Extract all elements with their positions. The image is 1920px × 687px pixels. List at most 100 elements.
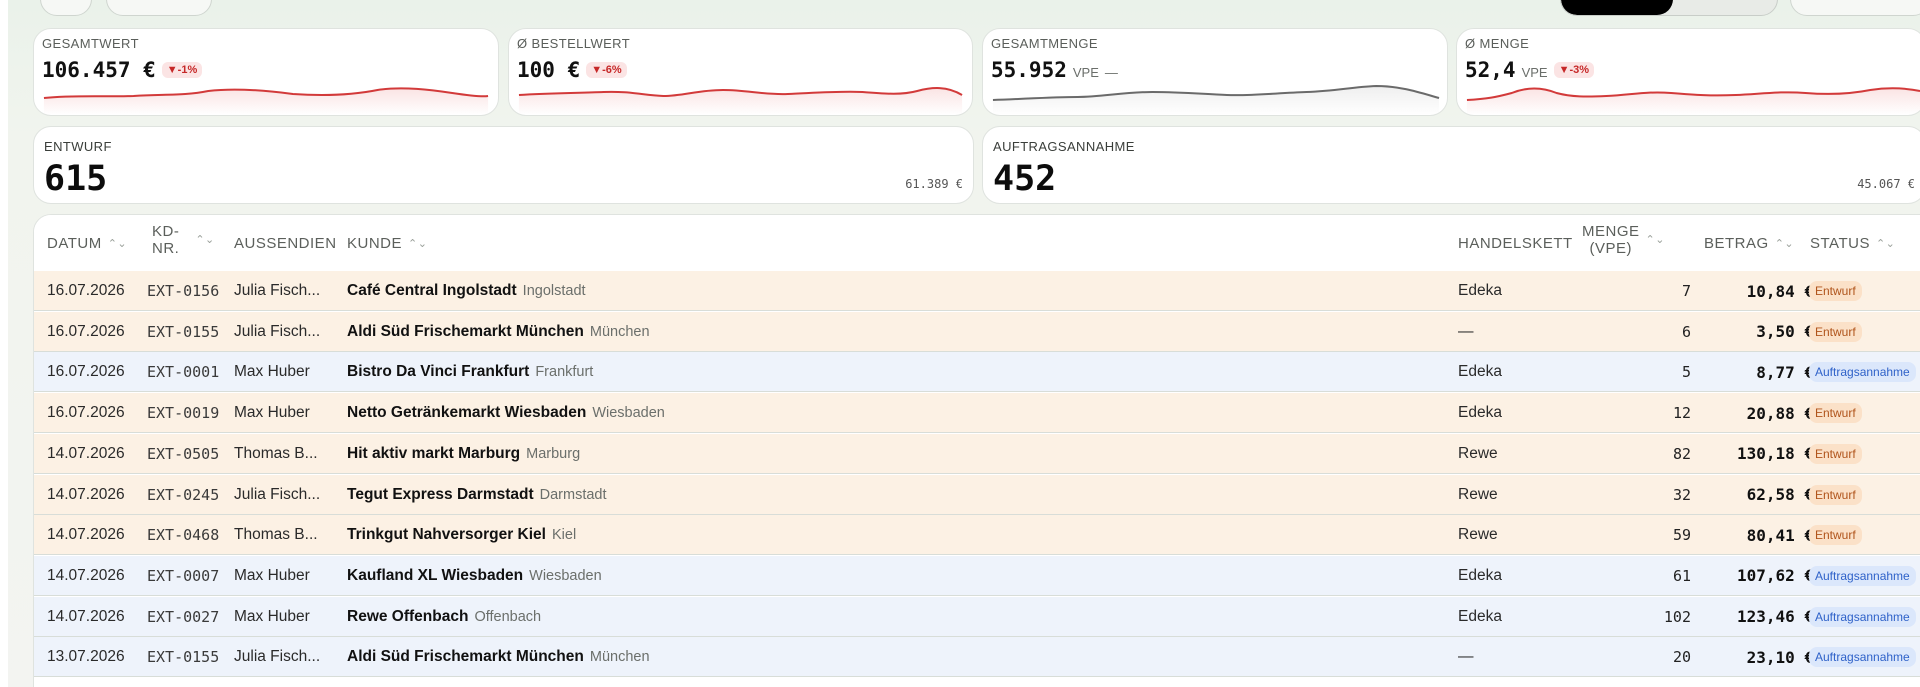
cell-datum: 14.07.2026: [47, 485, 125, 503]
status-badge: Auftragsannahme: [1809, 362, 1916, 383]
cell-menge: 102: [1663, 607, 1691, 626]
table-row[interactable]: 13.07.2026 EXT-0155 Julia Fisch... Aldi Süd…: [34, 637, 1920, 678]
cell-handelskette: Edeka: [1458, 404, 1502, 422]
cell-status: Entwurf: [1809, 515, 1920, 555]
column-header-status[interactable]: STATUS ⌃⌄: [1810, 235, 1895, 252]
sort-icon: ⌃⌄: [408, 238, 428, 250]
sort-icon: ⌃⌄: [1645, 233, 1665, 246]
column-header-label: AUSSENDIEN: [234, 235, 337, 252]
status-badge: Entwurf: [1809, 443, 1862, 464]
cell-betrag: 80,41 €: [1746, 525, 1814, 545]
cell-kunde: Aldi Süd Frischemarkt München München: [347, 312, 1447, 352]
status-card-label: ENTWURF: [44, 139, 112, 154]
table-row[interactable]: 14.07.2026 EXT-0505 Thomas B... Hit aktiv m…: [34, 433, 1920, 474]
column-header-label: DATUM: [47, 235, 102, 252]
customer-city: Darmstadt: [539, 486, 607, 503]
customer-city: Offenbach: [474, 608, 542, 625]
status-badge: Entwurf: [1809, 525, 1862, 546]
cell-kunde: Kaufland XL Wiesbaden Wiesbaden: [347, 556, 1447, 596]
cell-menge: 20: [1672, 648, 1691, 667]
cell-kunde: Trinkgut Nahversorger Kiel Kiel: [347, 515, 1447, 555]
table-row[interactable]: 16.07.2026 EXT-0019 Max Huber Netto Getränk…: [34, 393, 1920, 434]
cell-handelskette: Rewe: [1458, 485, 1498, 503]
cell-menge: 12: [1672, 404, 1691, 423]
sort-icon: ⌃⌄: [1774, 238, 1795, 250]
customer-name: Aldi Süd Frischemarkt München: [347, 648, 584, 666]
cell-handelskette: Edeka: [1458, 282, 1502, 299]
cell-datum: 14.07.2026: [47, 444, 125, 462]
status-badge: Entwurf: [1809, 321, 1862, 342]
cell-datum: 16.07.2026: [47, 404, 125, 422]
cell-status: Auftragsannahme: [1809, 352, 1920, 392]
column-header-datum[interactable]: DATUM ⌃⌄: [47, 235, 127, 252]
kpi-bestellwert: Ø BESTELLWERT 100 € ▼-6%: [508, 28, 973, 116]
customer-city: Wiesbaden: [529, 567, 602, 584]
column-header-menge[interactable]: MENGE (VPE) ⌃⌄: [1582, 223, 1665, 257]
sort-icon: ⌃⌄: [1875, 238, 1896, 250]
cell-aussendienst: Thomas B...: [234, 526, 318, 544]
column-header-label: NR.: [152, 240, 180, 257]
cell-kdnr: EXT-0156: [147, 282, 220, 300]
table-header: DATUM ⌃⌄ KD- NR. ⌃⌄ AUSSENDIEN KUNDE ⌃⌄ …: [34, 215, 1920, 271]
cell-status: Auftragsannahme: [1809, 597, 1920, 637]
table-row[interactable]: 14.07.2026 EXT-0468 Thomas B... Trinkgut Na…: [34, 515, 1920, 556]
column-header-label: MENGE: [1582, 223, 1640, 240]
status-card-label: AUFTRAGSANNAHME: [993, 139, 1135, 154]
status-card-entwurf[interactable]: ENTWURF 615 61.389 €: [33, 126, 974, 204]
cell-datum: 14.07.2026: [47, 526, 125, 544]
customer-name: Bistro Da Vinci Frankfurt: [347, 363, 530, 381]
cell-status: Entwurf: [1809, 393, 1920, 433]
kpi-gesamtmenge: GESAMTMENGE 55.952 VPE —: [982, 28, 1448, 116]
status-card-auftragsannahme[interactable]: AUFTRAGSANNAHME 452 45.067 €: [982, 126, 1920, 204]
cell-menge: 61: [1672, 566, 1691, 585]
status-badge: Entwurf: [1809, 281, 1862, 301]
sparkline: [992, 84, 1440, 115]
table-row[interactable]: 16.07.2026 EXT-0155 Julia Fisch... Aldi Süd…: [34, 311, 1920, 352]
customer-name: Aldi Süd Frischemarkt München: [347, 322, 584, 340]
cell-handelskette: Rewe: [1458, 526, 1498, 544]
sparkline: [1466, 87, 1920, 115]
cell-aussendienst: Julia Fisch...: [234, 485, 321, 503]
column-header-handelskette[interactable]: HANDELSKETT: [1458, 235, 1573, 252]
cell-kunde: Aldi Süd Frischemarkt München München: [347, 637, 1447, 677]
cell-betrag: 23,10 €: [1746, 647, 1814, 667]
cell-handelskette: Edeka: [1458, 363, 1502, 381]
cell-status: Entwurf: [1809, 312, 1920, 352]
cell-status: Entwurf: [1809, 434, 1920, 474]
kpi-label: GESAMTMENGE: [991, 36, 1098, 51]
column-header-kdnr[interactable]: KD- NR. ⌃⌄: [152, 223, 215, 257]
cell-status: Entwurf: [1809, 271, 1920, 311]
customer-name: Trinkgut Nahversorger Kiel: [347, 526, 546, 544]
cell-handelskette: Edeka: [1458, 566, 1502, 584]
view-toggle-active[interactable]: [1561, 0, 1673, 15]
status-badge: Entwurf: [1809, 484, 1862, 505]
cell-menge: 82: [1672, 444, 1691, 463]
customer-city: Wiesbaden: [592, 405, 665, 422]
view-toggle[interactable]: [1560, 0, 1778, 16]
table-row[interactable]: 16.07.2026 EXT-0001 Max Huber Bistro Da Vin…: [34, 352, 1920, 393]
cell-datum: 14.07.2026: [47, 607, 125, 625]
toolbar-button[interactable]: [106, 0, 212, 16]
cell-kdnr: EXT-0245: [147, 485, 220, 504]
table-row[interactable]: 16.07.2026 EXT-0156 Julia Fisch... Café Cen…: [34, 271, 1920, 311]
cell-aussendienst: Max Huber: [234, 607, 310, 625]
toolbar-button[interactable]: [40, 0, 92, 16]
column-header-kunde[interactable]: KUNDE ⌃⌄: [347, 235, 427, 252]
cell-kdnr: EXT-0027: [147, 607, 220, 626]
table-row[interactable]: 14.07.2026 EXT-0027 Max Huber Rewe Offenbac…: [34, 596, 1920, 637]
cell-handelskette: —: [1458, 322, 1474, 340]
cell-aussendienst: Max Huber: [234, 404, 310, 422]
sparkline: [518, 87, 963, 115]
column-header-aussendienst[interactable]: AUSSENDIEN: [234, 235, 337, 252]
customer-name: Tegut Express Darmstadt: [347, 485, 534, 503]
cell-datum: 16.07.2026: [47, 322, 125, 340]
status-badge: Entwurf: [1809, 403, 1862, 424]
cell-kdnr: EXT-0468: [147, 526, 220, 545]
table-row[interactable]: 14.07.2026 EXT-0007 Max Huber Kaufland XL W…: [34, 555, 1920, 596]
table-row[interactable]: 14.07.2026 EXT-0245 Julia Fisch... Tegut Ex…: [34, 474, 1920, 515]
kpi-gesamtwert: GESAMTWERT 106.457 € ▼-1%: [33, 28, 499, 116]
column-header-betrag[interactable]: BETRAG ⌃⌄: [1704, 235, 1794, 252]
toolbar-button[interactable]: [1790, 0, 1920, 16]
customer-city: Frankfurt: [535, 364, 594, 381]
left-rail: [0, 0, 8, 687]
